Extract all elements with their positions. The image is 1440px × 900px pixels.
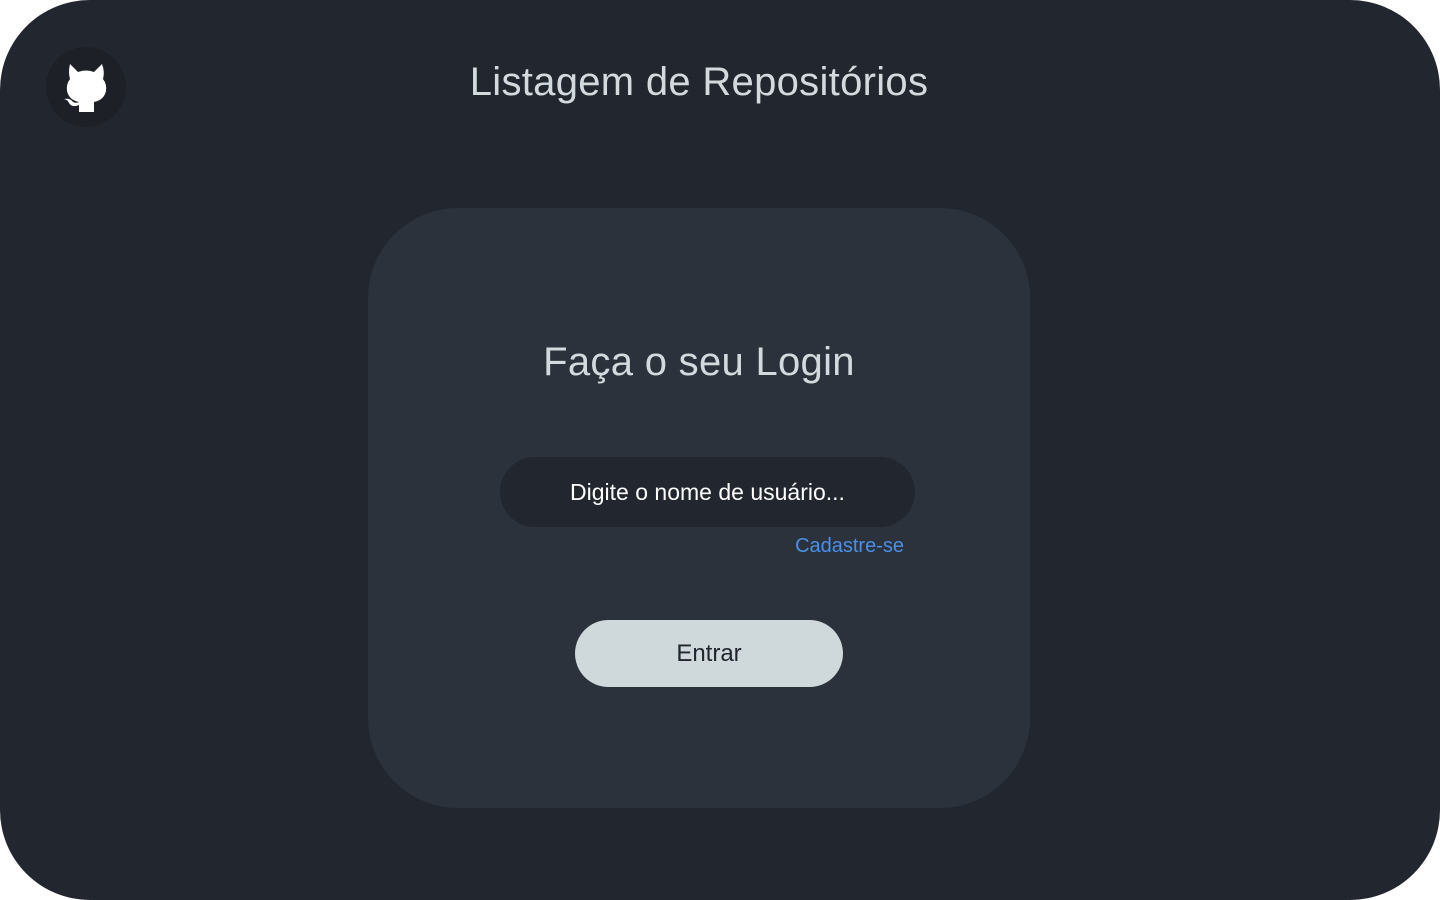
- app-window: Listagem de Repositórios Faça o seu Logi…: [0, 0, 1440, 900]
- username-input[interactable]: [500, 457, 915, 527]
- login-button[interactable]: Entrar: [575, 620, 843, 687]
- signup-link[interactable]: Cadastre-se: [760, 533, 904, 559]
- login-title: Faça o seu Login: [543, 340, 855, 384]
- app-title: Listagem de Repositórios: [469, 60, 929, 104]
